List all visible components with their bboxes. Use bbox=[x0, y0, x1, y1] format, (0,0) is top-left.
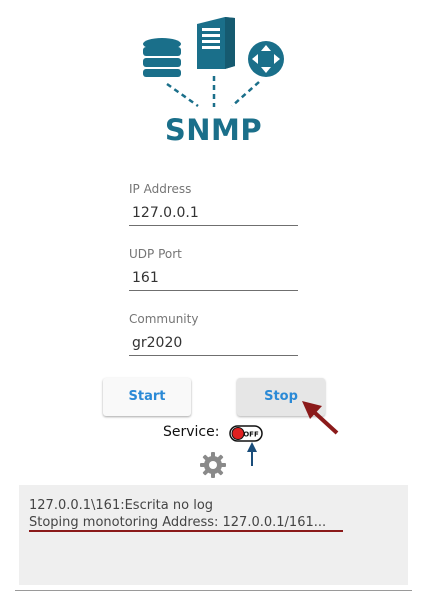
start-button[interactable]: Start bbox=[103, 378, 191, 416]
database-icon bbox=[143, 38, 181, 77]
stop-button[interactable]: Stop bbox=[237, 378, 325, 416]
udp-port-field[interactable]: UDP Port 161 bbox=[129, 247, 298, 291]
community-input[interactable]: gr2020 bbox=[129, 331, 298, 356]
server-icon bbox=[197, 17, 235, 69]
service-label: Service: bbox=[163, 424, 220, 440]
community-label: Community bbox=[129, 312, 199, 326]
gear-icon[interactable] bbox=[199, 451, 227, 479]
bottom-divider bbox=[15, 590, 412, 591]
toggle-state-label: OFF bbox=[243, 431, 259, 439]
pointer-arrow-icon bbox=[247, 442, 257, 466]
ip-address-input[interactable]: 127.0.0.1 bbox=[129, 201, 298, 226]
community-field[interactable]: Community gr2020 bbox=[129, 312, 298, 356]
logo-title: SNMP bbox=[164, 113, 263, 147]
ip-address-label: IP Address bbox=[129, 182, 192, 196]
log-line: Stoping monotoring Address: 127.0.0.1/16… bbox=[29, 515, 327, 530]
ip-address-field[interactable]: IP Address 127.0.0.1 bbox=[129, 182, 298, 226]
udp-port-label: UDP Port bbox=[129, 247, 182, 261]
toggle-off-icon[interactable]: OFF bbox=[229, 425, 263, 442]
router-icon bbox=[248, 41, 284, 77]
log-line: 127.0.0.1\161:Escrita no log bbox=[29, 498, 214, 513]
udp-port-input[interactable]: 161 bbox=[129, 266, 298, 291]
log-panel: 127.0.0.1\161:Escrita no log Stoping mon… bbox=[19, 485, 408, 585]
